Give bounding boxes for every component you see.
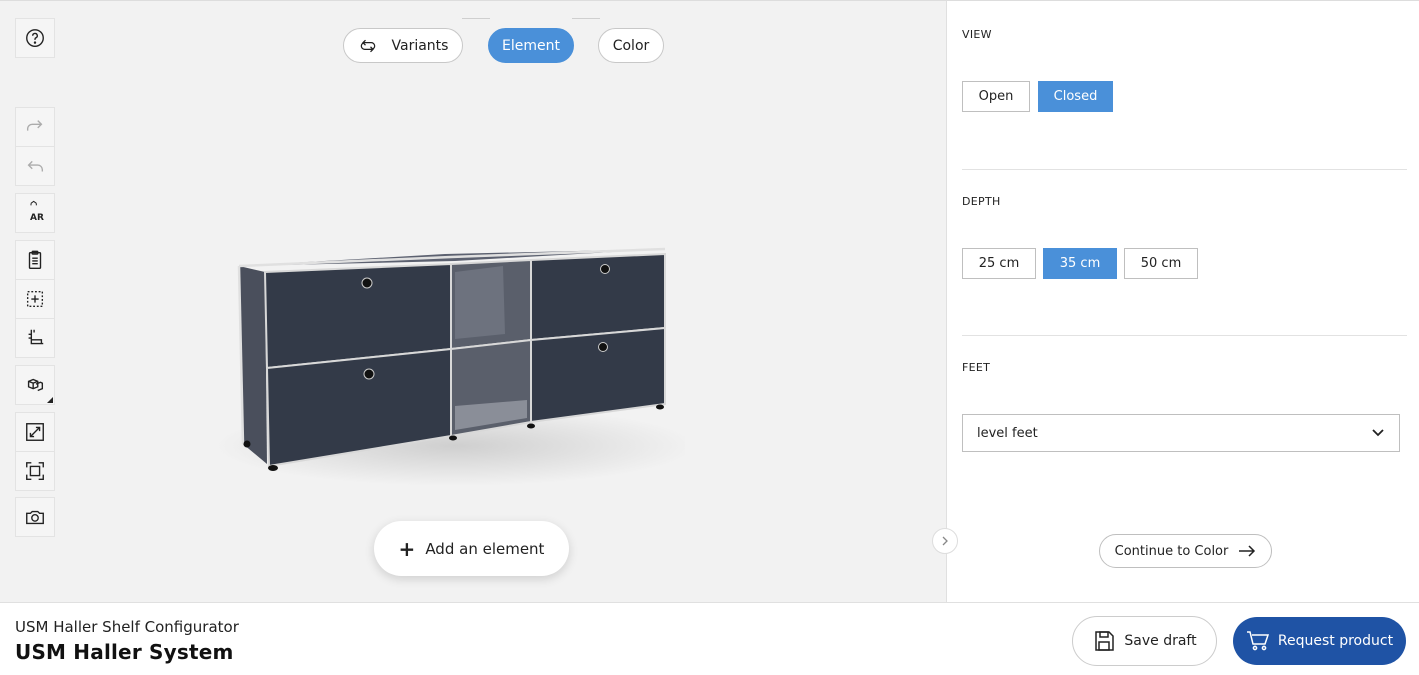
save-icon — [1095, 631, 1115, 651]
cycle-icon — [360, 39, 375, 52]
step-variants[interactable]: Variants — [343, 28, 463, 63]
feet-select-value: level feet — [977, 425, 1038, 441]
stepper-line — [572, 18, 600, 19]
step-color-label: Color — [612, 37, 650, 54]
redo-button[interactable] — [15, 107, 55, 147]
step-element-label: Element — [502, 37, 560, 54]
view-closed-option[interactable]: Closed — [1038, 81, 1113, 112]
add-box-icon — [26, 290, 44, 308]
request-product-label: Request product — [1277, 633, 1394, 649]
shelf-3d-model[interactable] — [215, 236, 685, 486]
divider — [962, 169, 1407, 170]
save-draft-button[interactable]: Save draft — [1072, 616, 1217, 666]
add-element-button[interactable]: + Add an element — [374, 521, 569, 576]
divider — [962, 335, 1407, 336]
measure-icon — [28, 329, 44, 345]
view-open-option[interactable]: Open — [962, 81, 1030, 112]
step-variants-label: Variants — [391, 37, 449, 54]
ar-button[interactable]: AR — [15, 193, 55, 233]
continue-label: Continue to Color — [1114, 543, 1229, 559]
clipboard-icon — [28, 250, 42, 269]
chevron-right-icon — [942, 536, 948, 546]
request-product-button[interactable]: Request product — [1233, 617, 1406, 665]
depth-25-option[interactable]: 25 cm — [962, 248, 1036, 279]
step-element[interactable]: Element — [488, 28, 574, 63]
clipboard-button[interactable] — [15, 240, 55, 280]
plus-icon: + — [398, 536, 416, 561]
arrow-right-icon — [1239, 545, 1256, 557]
add-box-button[interactable] — [15, 279, 55, 319]
add-element-label: Add an element — [425, 539, 545, 558]
configuration-panel: VIEW Open Closed DEPTH 25 cm 35 cm 50 cm… — [946, 0, 1419, 602]
continue-to-color-button[interactable]: Continue to Color — [1099, 534, 1272, 568]
expand-icon — [26, 423, 44, 441]
fullscreen-button[interactable] — [15, 412, 55, 452]
measure-button[interactable] — [15, 318, 55, 358]
3d-viewport[interactable]: AR Variants Element Color + Add an eleme… — [0, 0, 946, 602]
ar-label: AR — [30, 213, 44, 223]
depth-50-option[interactable]: 50 cm — [1124, 248, 1198, 279]
stepper-line — [462, 18, 490, 19]
fit-view-button[interactable] — [15, 451, 55, 491]
help-button[interactable] — [15, 18, 55, 58]
submenu-indicator — [47, 397, 53, 403]
product-title: USM Haller System — [15, 640, 234, 664]
undo-button[interactable] — [15, 146, 55, 186]
undo-icon — [27, 160, 44, 172]
help-icon — [26, 29, 44, 47]
feet-select[interactable]: level feet — [962, 414, 1400, 452]
camera-icon — [26, 510, 44, 525]
save-draft-label: Save draft — [1124, 633, 1197, 649]
redo-icon — [26, 120, 43, 131]
depth-section-label: DEPTH — [962, 195, 1001, 208]
view-mode-button[interactable] — [15, 365, 55, 405]
step-color[interactable]: Color — [598, 28, 664, 63]
configurator-subtitle: USM Haller Shelf Configurator — [15, 618, 239, 636]
ar-icon — [30, 200, 37, 206]
depth-35-option[interactable]: 35 cm — [1043, 248, 1117, 279]
chevron-down-icon — [1372, 429, 1384, 437]
collapse-panel-button[interactable] — [932, 528, 958, 554]
feet-section-label: FEET — [962, 361, 991, 374]
cart-icon — [1246, 631, 1269, 651]
view-section-label: VIEW — [962, 28, 992, 41]
frame-icon — [26, 462, 44, 480]
footer-bar: USM Haller Shelf Configurator USM Haller… — [0, 602, 1419, 675]
screenshot-button[interactable] — [15, 497, 55, 537]
cubes-icon — [27, 378, 44, 392]
